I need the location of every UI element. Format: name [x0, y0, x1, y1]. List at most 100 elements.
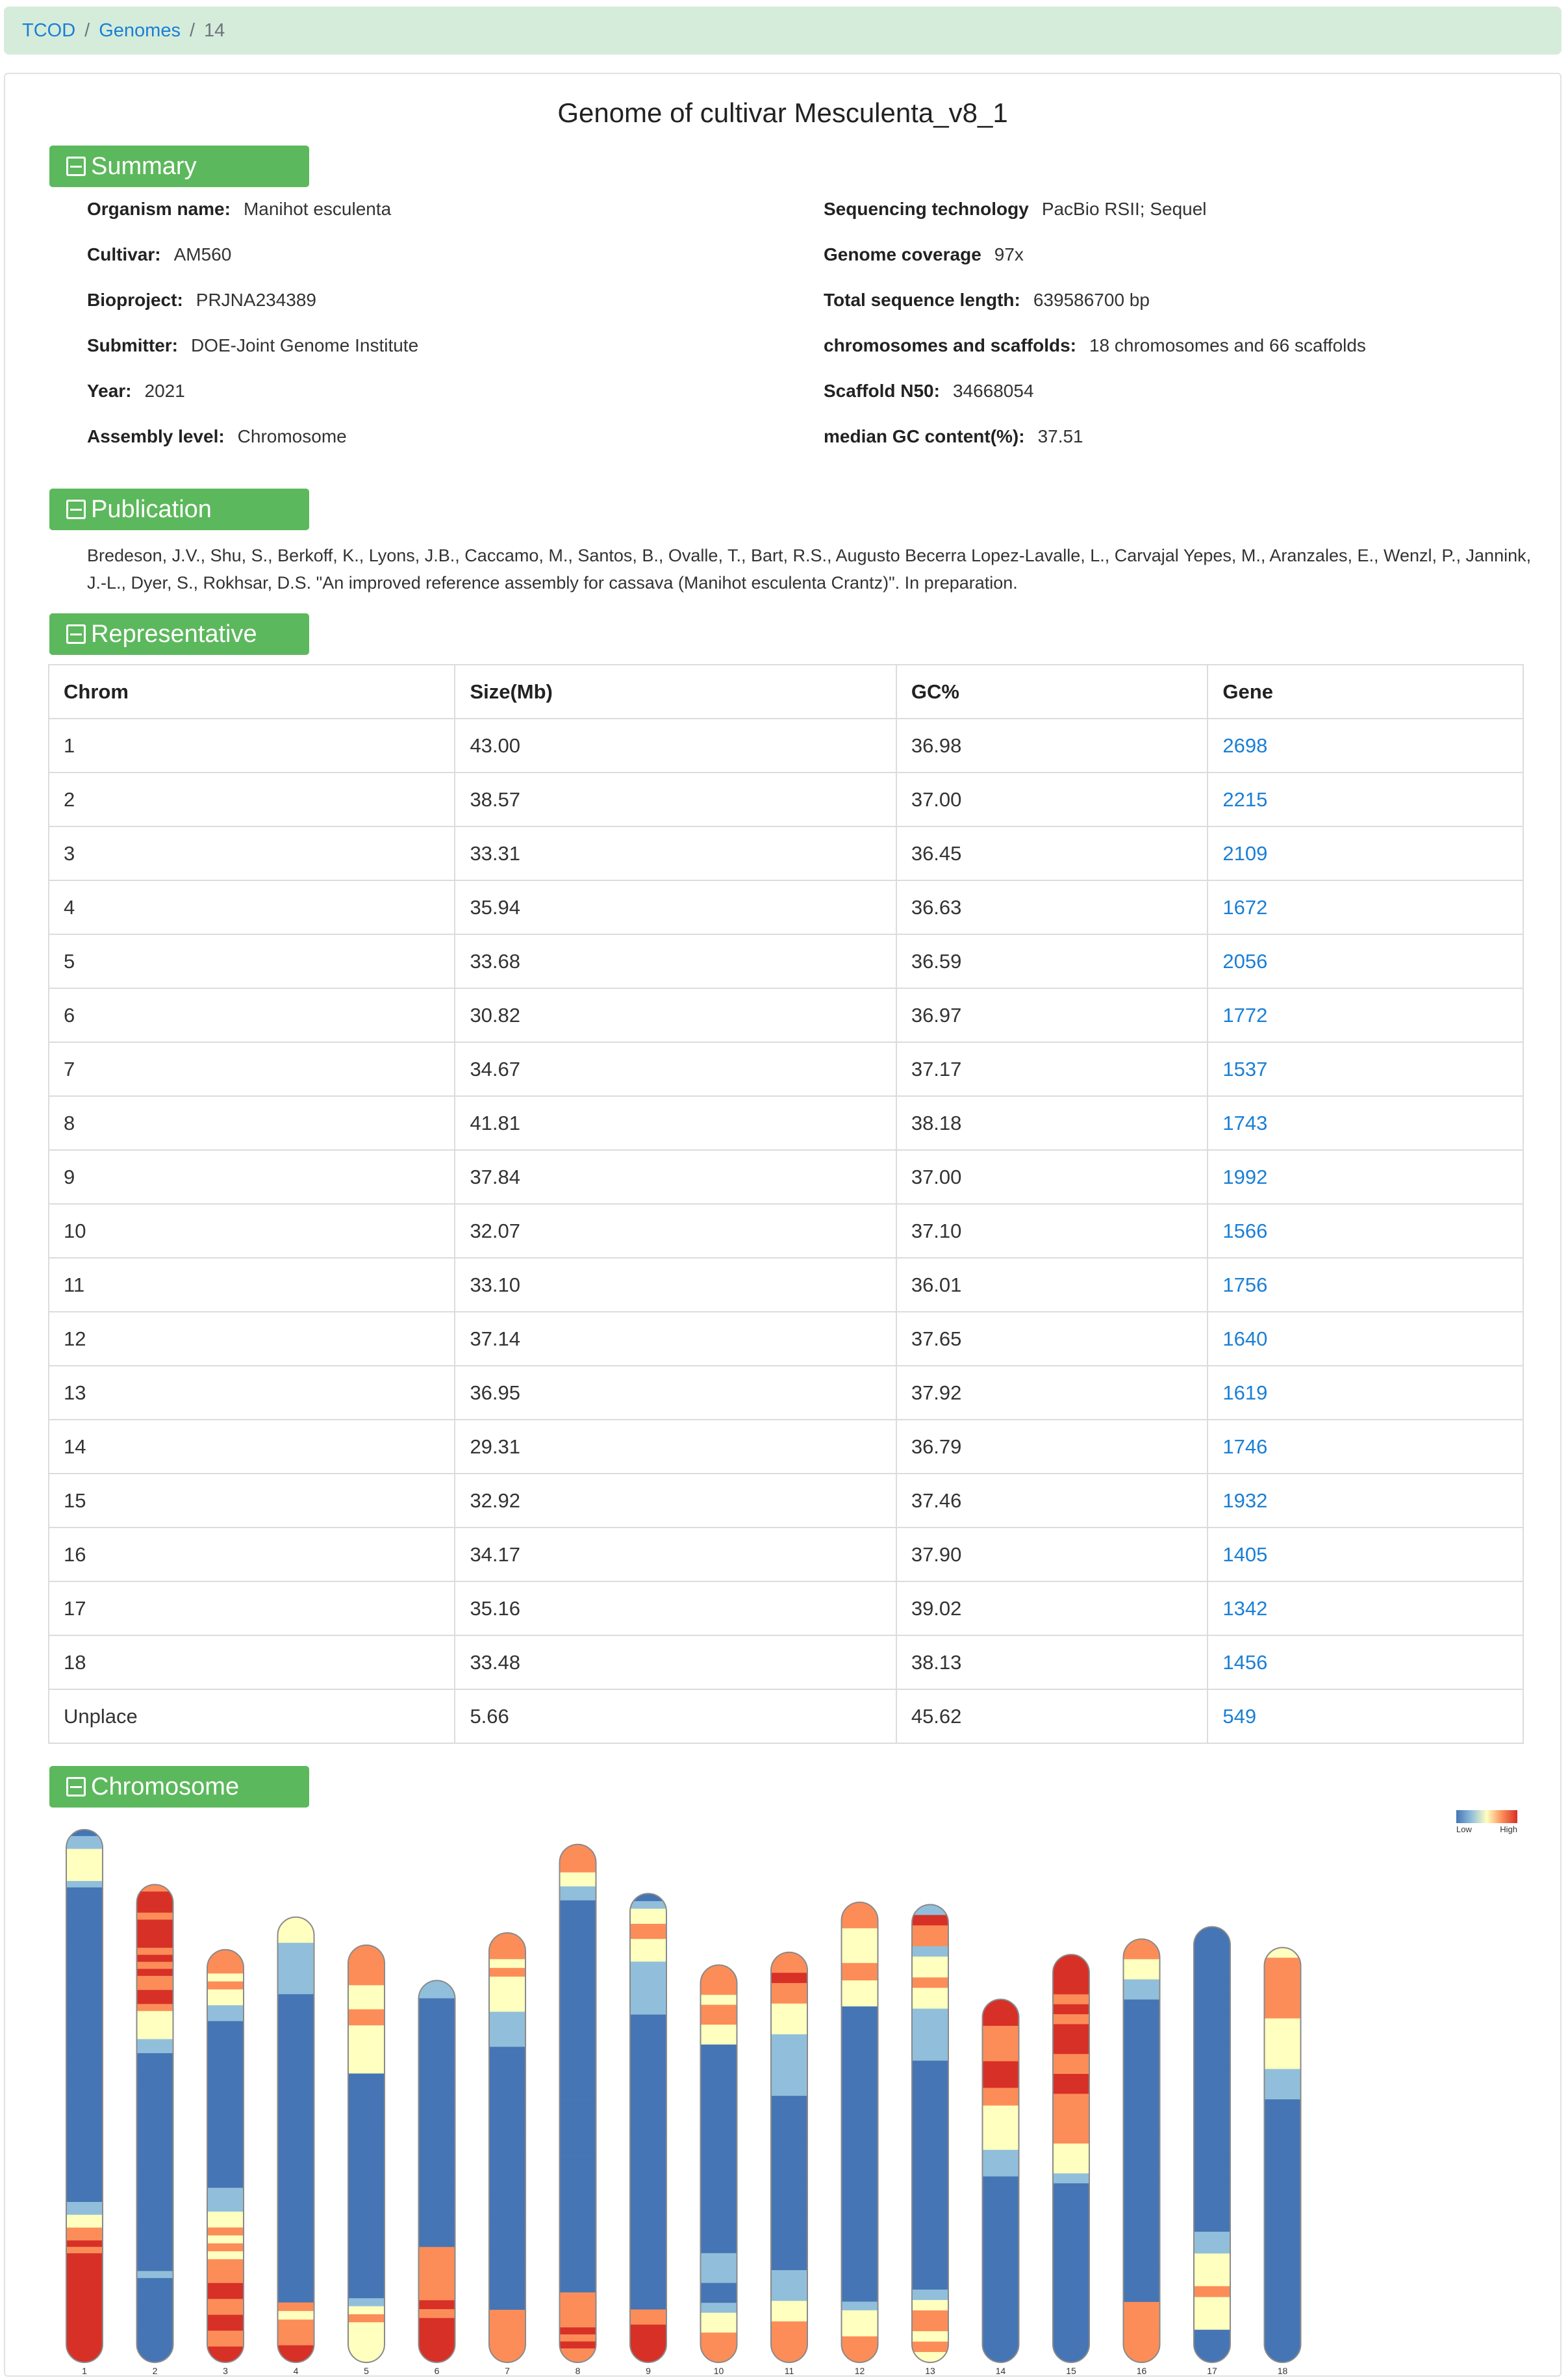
density-band — [277, 2216, 314, 2226]
density-band — [348, 2065, 385, 2074]
density-band — [66, 1989, 103, 1997]
breadcrumb-home-link[interactable]: TCOD — [22, 20, 75, 42]
density-band — [559, 2047, 596, 2055]
summary-section-toggle[interactable]: Summary — [49, 146, 309, 187]
gene-count-link[interactable]: 2056 — [1222, 950, 1267, 973]
chromosome-outline — [1263, 1947, 1302, 2363]
density-band — [136, 2299, 173, 2307]
density-band — [982, 2220, 1019, 2231]
gene-count-link[interactable]: 1640 — [1222, 1327, 1267, 1350]
density-band — [1264, 2018, 1301, 2029]
density-band — [136, 2039, 173, 2047]
gene-count-link[interactable]: 549 — [1222, 1705, 1256, 1728]
breadcrumb-genomes-link[interactable]: Genomes — [99, 20, 181, 42]
density-band — [418, 2051, 455, 2061]
cell-size: 43.00 — [454, 718, 897, 773]
density-band — [418, 2255, 455, 2266]
table-row: 12 37.14 37.65 1640 — [47, 1311, 1524, 1366]
gene-count-link[interactable]: 2215 — [1222, 788, 1267, 811]
density-band — [277, 2037, 314, 2046]
density-band — [700, 2134, 737, 2145]
chromosome-outline — [981, 1999, 1020, 2364]
density-band — [559, 1858, 596, 1866]
density-band — [489, 1976, 525, 1986]
density-band — [841, 2345, 878, 2355]
gene-count-link[interactable]: 1743 — [1222, 1112, 1267, 1134]
gene-count-link[interactable]: 1772 — [1222, 1004, 1267, 1027]
cell-size: 34.17 — [454, 1527, 897, 1582]
chromosome-label: 14 — [996, 2366, 1006, 2376]
density-band — [136, 1962, 173, 1969]
density-band — [489, 2231, 525, 2240]
chromosome-section-toggle[interactable]: Chromosome — [49, 1766, 309, 1808]
gene-count-link[interactable]: 1756 — [1222, 1273, 1267, 1296]
density-band — [136, 2067, 173, 2075]
gene-count-link[interactable]: 1619 — [1222, 1381, 1267, 1404]
density-band — [771, 2301, 807, 2312]
cell-gene: 1932 — [1207, 1473, 1524, 1528]
density-band — [912, 2143, 948, 2155]
density-band — [1264, 1988, 1301, 1999]
representative-section-toggle[interactable]: Representative — [49, 613, 309, 655]
breadcrumb-separator: / — [189, 19, 196, 41]
gene-count-link[interactable]: 1537 — [1222, 1058, 1267, 1080]
gene-count-link[interactable]: 1566 — [1222, 1220, 1267, 1242]
density-band — [841, 2110, 878, 2120]
gene-count-link[interactable]: 1746 — [1222, 1435, 1267, 1458]
publication-section-toggle[interactable]: Publication — [49, 489, 309, 530]
density-band — [1194, 2351, 1230, 2363]
density-band — [277, 1925, 314, 1935]
density-band — [66, 1881, 103, 1888]
cell-gc: 36.45 — [895, 826, 1209, 881]
density-band — [700, 2253, 737, 2264]
density-band — [489, 2125, 525, 2135]
density-band — [1053, 1954, 1089, 1965]
density-band — [136, 2221, 173, 2230]
density-band — [418, 2149, 455, 2159]
gene-count-link[interactable]: 2698 — [1222, 734, 1267, 757]
chromosome-label: 1 — [82, 2366, 87, 2376]
breadcrumb: TCOD / Genomes / 14 — [4, 6, 1562, 55]
density-band — [207, 2037, 244, 2045]
density-band — [1123, 2140, 1160, 2151]
density-band — [630, 2188, 666, 2197]
gene-count-link[interactable]: 1992 — [1222, 1166, 1267, 1188]
density-band — [841, 2301, 878, 2311]
density-band — [1053, 1984, 1089, 1995]
density-band — [982, 2017, 1019, 2026]
density-band — [1264, 1958, 1301, 1969]
cell-gc: 36.98 — [895, 718, 1209, 773]
density-band — [982, 2061, 1019, 2071]
density-band — [982, 2070, 1019, 2080]
density-band — [982, 2025, 1019, 2036]
density-band — [66, 2073, 103, 2080]
gene-count-link[interactable]: 1405 — [1222, 1543, 1267, 1566]
collapse-icon — [66, 157, 86, 176]
gene-count-link[interactable]: 2109 — [1222, 842, 1267, 865]
chromosome-label: 16 — [1137, 2366, 1147, 2376]
summary-submitter: Submitter: DOE-Joint Genome Institute — [87, 335, 419, 355]
density-band — [559, 2194, 596, 2202]
density-band — [630, 2022, 666, 2030]
density-band — [207, 2282, 244, 2292]
gene-count-link[interactable]: 1932 — [1222, 1489, 1267, 1512]
gene-count-link[interactable]: 1672 — [1222, 896, 1267, 919]
density-band — [1123, 1999, 1160, 2010]
table-row: 3 33.31 36.45 2109 — [47, 826, 1524, 881]
density-band — [1053, 2333, 1089, 2343]
density-band — [136, 2158, 173, 2166]
density-band — [489, 2090, 525, 2100]
density-band — [1194, 2199, 1230, 2210]
density-band — [277, 2320, 314, 2329]
density-band — [982, 2097, 1019, 2106]
cell-size: 30.82 — [454, 988, 897, 1043]
density-band — [66, 1945, 103, 1952]
density-band — [912, 2133, 948, 2145]
density-band — [66, 2298, 103, 2305]
density-band — [1123, 2292, 1160, 2303]
density-band — [559, 2173, 596, 2181]
density-band — [136, 2109, 173, 2117]
gene-count-link[interactable]: 1342 — [1222, 1597, 1267, 1620]
density-band — [66, 2285, 103, 2292]
gene-count-link[interactable]: 1456 — [1222, 1651, 1267, 1674]
